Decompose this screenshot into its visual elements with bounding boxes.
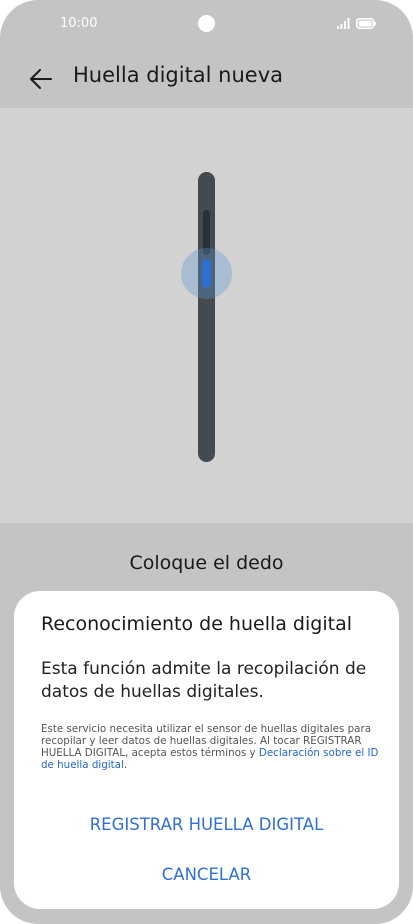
dialog-body: Esta función admite la recopilación de d… bbox=[41, 659, 367, 702]
battery-icon bbox=[356, 18, 376, 29]
dialog-note: Este servicio necesita utilizar el senso… bbox=[41, 723, 381, 771]
page-title: Huella digital nueva bbox=[73, 63, 284, 87]
fingerprint-sensor-icon bbox=[202, 259, 211, 288]
camera-cutout-icon bbox=[198, 15, 215, 32]
instruction-text: Coloque el dedo bbox=[129, 552, 284, 574]
status-bar: 10:00 bbox=[0, 0, 413, 50]
status-time: 10:00 bbox=[60, 16, 98, 31]
arrow-left-icon[interactable] bbox=[24, 62, 58, 96]
app-header: Huella digital nueva bbox=[0, 50, 413, 108]
register-fingerprint-button[interactable]: REGISTRAR HUELLA DIGITAL bbox=[14, 815, 399, 834]
signal-icon bbox=[337, 18, 350, 29]
phone-screen: 10:00 Huella digital nueva Coloque el de… bbox=[0, 0, 413, 924]
consent-dialog: Reconocimiento de huella digital Esta fu… bbox=[14, 591, 399, 909]
fingerprint-illustration bbox=[0, 108, 413, 523]
note-end: . bbox=[123, 759, 128, 771]
cancel-button[interactable]: CANCELAR bbox=[14, 865, 399, 884]
dialog-title: Reconocimiento de huella digital bbox=[41, 613, 352, 635]
